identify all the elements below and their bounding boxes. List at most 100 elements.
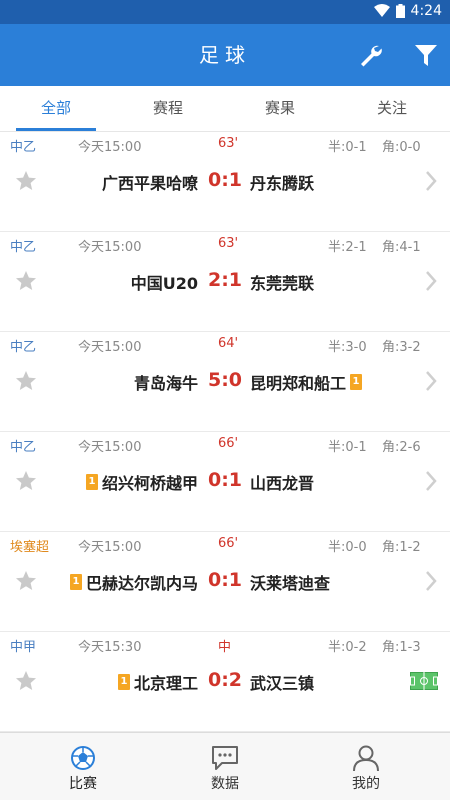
half-time-score: 半:2-1 [328, 240, 367, 255]
away-team-name: 丹东腾跃 [250, 174, 315, 193]
match-score: 0:1 [207, 169, 243, 191]
tab-indicator [16, 128, 96, 131]
corner-count: 角:3-2 [382, 340, 421, 355]
star-icon[interactable] [14, 569, 38, 593]
tab-following[interactable]: 关注 [336, 86, 448, 132]
yellow-card-icon: 1 [85, 474, 98, 490]
match-minute: 中 [218, 640, 232, 655]
tab-schedule[interactable]: 赛程 [112, 86, 224, 132]
match-minute: 66' [218, 536, 239, 551]
match-row[interactable]: 中乙 今天15:00 63' 半:0-1 角:0-0 广西平果哈嘹 0:1 丹东… [0, 132, 450, 232]
match-score: 0:1 [207, 569, 243, 591]
tab-bar: 全部 赛程 赛果 关注 [0, 86, 450, 132]
half-time-score: 半:0-1 [328, 440, 367, 455]
away-team: 丹东腾跃 [250, 170, 314, 194]
chevron-right-icon[interactable] [424, 370, 438, 392]
corner-count: 角:1-2 [382, 540, 421, 555]
star-icon[interactable] [14, 369, 38, 393]
nav-matches-label: 比赛 [69, 776, 97, 792]
away-team: 沃莱塔迪查 [250, 570, 330, 594]
league-label[interactable]: 中乙 [10, 336, 36, 355]
match-time: 今天15:30 [78, 640, 142, 655]
league-label[interactable]: 中乙 [10, 236, 36, 255]
away-team: 东莞莞联 [250, 270, 314, 294]
away-team-name: 武汉三镇 [250, 674, 315, 693]
chat-icon [212, 746, 238, 770]
nav-data[interactable]: 数据 [150, 733, 300, 800]
wrench-icon[interactable] [357, 42, 383, 68]
match-score: 0:2 [207, 669, 243, 691]
match-row[interactable]: 中乙 今天15:00 64' 半:3-0 角:3-2 青岛海牛 5:0 昆明郑和… [0, 332, 450, 432]
user-icon [353, 745, 379, 772]
half-time-score: 半:3-0 [328, 340, 367, 355]
match-row[interactable]: 中乙 今天15:00 66' 半:0-1 角:2-6 1 绍兴柯桥越甲 0:1 山… [0, 432, 450, 532]
star-icon[interactable] [14, 669, 38, 693]
match-minute: 66' [218, 436, 239, 451]
league-label[interactable]: 中乙 [10, 136, 36, 155]
status-bar: 4:24 [0, 0, 450, 24]
wifi-icon [373, 4, 390, 17]
home-team-name: 巴赫达尔凯内马 [85, 574, 198, 593]
match-row[interactable]: 中乙 今天15:00 63' 半:2-1 角:4-1 中国U20 2:1 东莞莞… [0, 232, 450, 332]
match-score: 0:1 [207, 469, 243, 491]
filter-icon[interactable] [413, 42, 439, 68]
yellow-card-icon: 1 [117, 674, 130, 690]
match-time: 今天15:00 [78, 240, 142, 255]
corner-count: 角:4-1 [382, 240, 421, 255]
match-row[interactable]: 埃塞超 今天15:00 66' 半:0-0 角:1-2 1 巴赫达尔凯内马 0:1… [0, 532, 450, 632]
nav-data-label: 数据 [211, 776, 239, 792]
chevron-right-icon[interactable] [424, 170, 438, 192]
half-time-score: 半:0-0 [328, 540, 367, 555]
match-score: 5:0 [207, 369, 243, 391]
match-score: 2:1 [207, 269, 243, 291]
half-time-score: 半:0-1 [328, 140, 367, 155]
home-team-name: 北京理工 [133, 674, 198, 693]
away-team-name: 昆明郑和船工 [250, 374, 347, 393]
match-time: 今天15:00 [78, 340, 142, 355]
home-team-name: 青岛海牛 [133, 374, 198, 393]
half-time-score: 半:0-2 [328, 640, 367, 655]
app-bar: 足球 [0, 24, 450, 86]
star-icon[interactable] [14, 269, 38, 293]
battery-icon [395, 4, 405, 18]
chevron-right-icon[interactable] [424, 270, 438, 292]
league-label[interactable]: 埃塞超 [10, 536, 49, 555]
nav-matches[interactable]: 比赛 [8, 733, 158, 800]
match-minute: 63' [218, 236, 239, 251]
home-team: 1 绍兴柯桥越甲 [85, 470, 198, 494]
match-row[interactable]: 中甲 今天15:30 中 半:0-2 角:1-3 1 北京理工 0:2 武汉三镇 [0, 632, 450, 732]
away-team: 山西龙晋 [250, 470, 314, 494]
tab-all[interactable]: 全部 [0, 86, 112, 132]
yellow-card-icon: 1 [69, 574, 82, 590]
home-team-name: 中国U20 [130, 274, 198, 293]
match-time: 今天15:00 [78, 440, 142, 455]
home-team: 1 巴赫达尔凯内马 [69, 570, 198, 594]
away-team-name: 山西龙晋 [250, 474, 315, 493]
away-team-name: 沃莱塔迪查 [250, 574, 331, 593]
status-time: 4:24 [410, 3, 442, 19]
bottom-nav: 比赛 数据 我的 [0, 732, 450, 800]
home-team: 中国U20 [131, 270, 198, 294]
status-icons: 4:24 [373, 3, 442, 19]
star-icon[interactable] [14, 169, 38, 193]
match-minute: 63' [218, 136, 239, 151]
pitch-icon[interactable] [410, 672, 438, 690]
yellow-card-icon: 1 [350, 374, 363, 390]
chevron-right-icon[interactable] [424, 570, 438, 592]
corner-count: 角:1-3 [382, 640, 421, 655]
match-time: 今天15:00 [78, 140, 142, 155]
home-team: 青岛海牛 [134, 370, 198, 394]
star-icon[interactable] [14, 469, 38, 493]
home-team-name: 广西平果哈嘹 [101, 174, 198, 193]
football-icon [71, 746, 95, 770]
league-label[interactable]: 中乙 [10, 436, 36, 455]
corner-count: 角:2-6 [382, 440, 421, 455]
league-label[interactable]: 中甲 [10, 636, 36, 655]
match-minute: 64' [218, 336, 239, 351]
tab-results[interactable]: 赛果 [224, 86, 336, 132]
nav-profile[interactable]: 我的 [291, 733, 441, 800]
home-team: 1 北京理工 [117, 670, 198, 694]
away-team-name: 东莞莞联 [250, 274, 315, 293]
chevron-right-icon[interactable] [424, 470, 438, 492]
away-team: 昆明郑和船工 1 [250, 370, 363, 394]
